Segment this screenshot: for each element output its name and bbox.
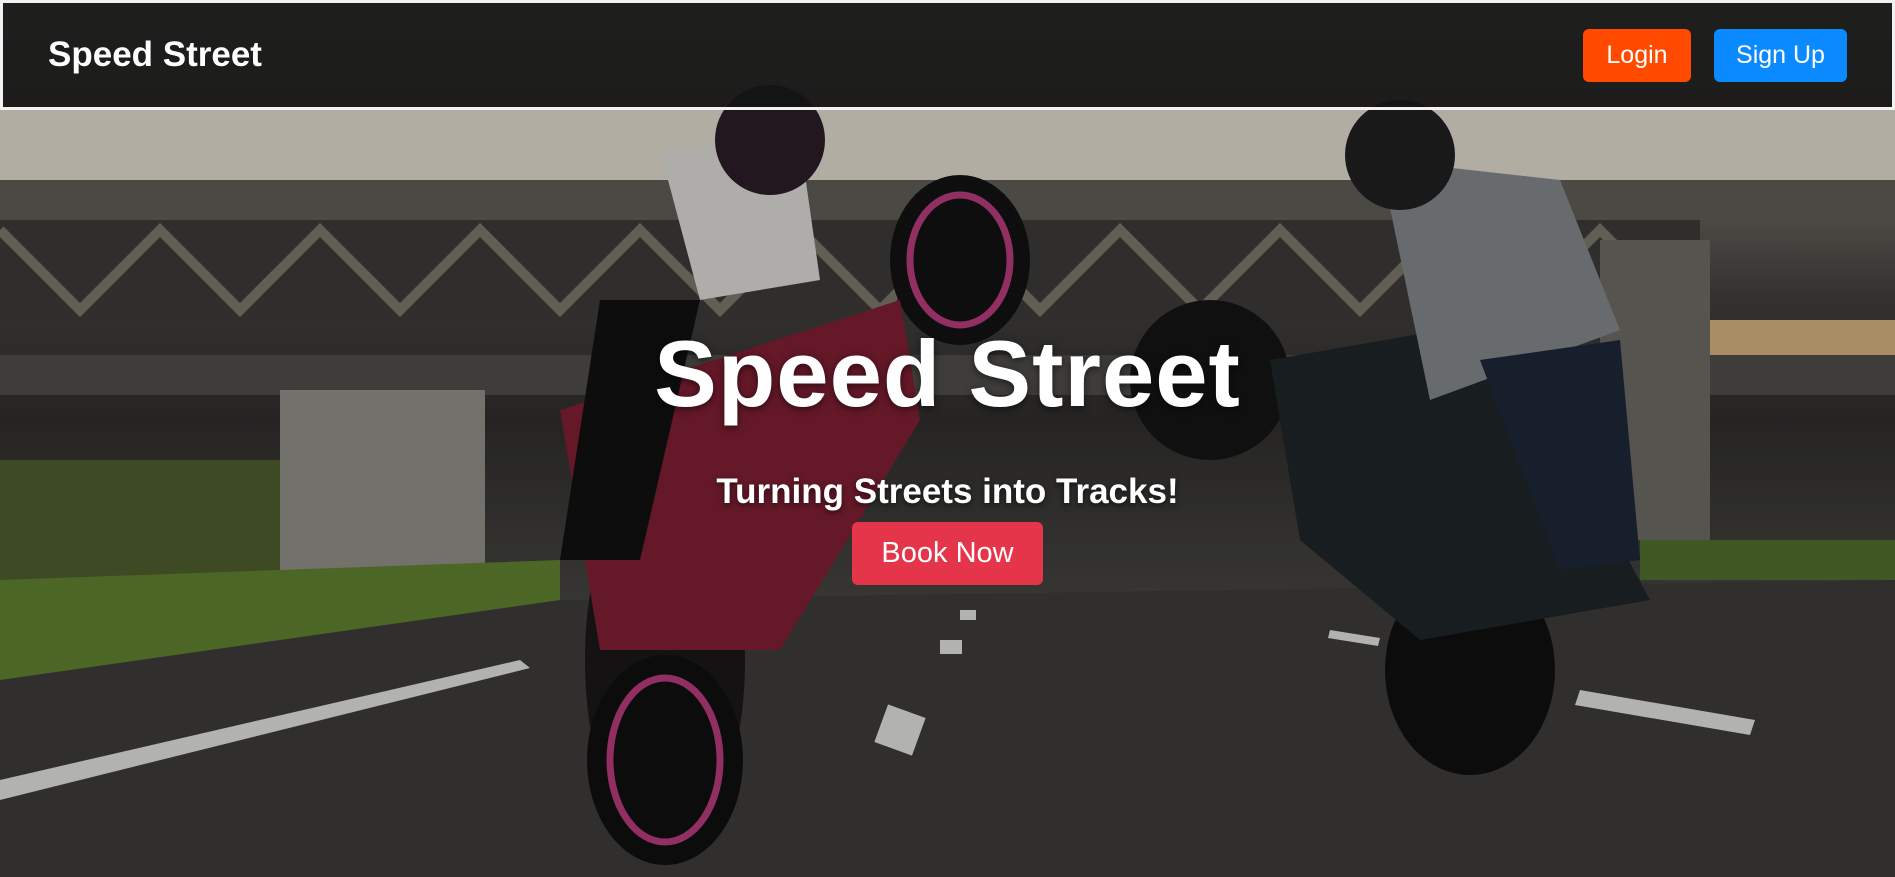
hero-content: Speed Street Turning Streets into Tracks…	[0, 320, 1895, 585]
signup-button[interactable]: Sign Up	[1714, 28, 1847, 82]
login-button[interactable]: Login	[1583, 28, 1691, 82]
hero-title: Speed Street	[654, 321, 1241, 426]
hero-subtitle: Turning Streets into Tracks!	[716, 472, 1179, 511]
book-now-button[interactable]: Book Now	[852, 522, 1043, 585]
nav-actions: Login Sign Up	[1583, 28, 1847, 82]
hero-section: Speed Street Turning Streets into Tracks…	[0, 0, 1895, 877]
brand-logo-text[interactable]: Speed Street	[48, 35, 262, 75]
top-navbar: Speed Street Login Sign Up	[0, 0, 1895, 110]
